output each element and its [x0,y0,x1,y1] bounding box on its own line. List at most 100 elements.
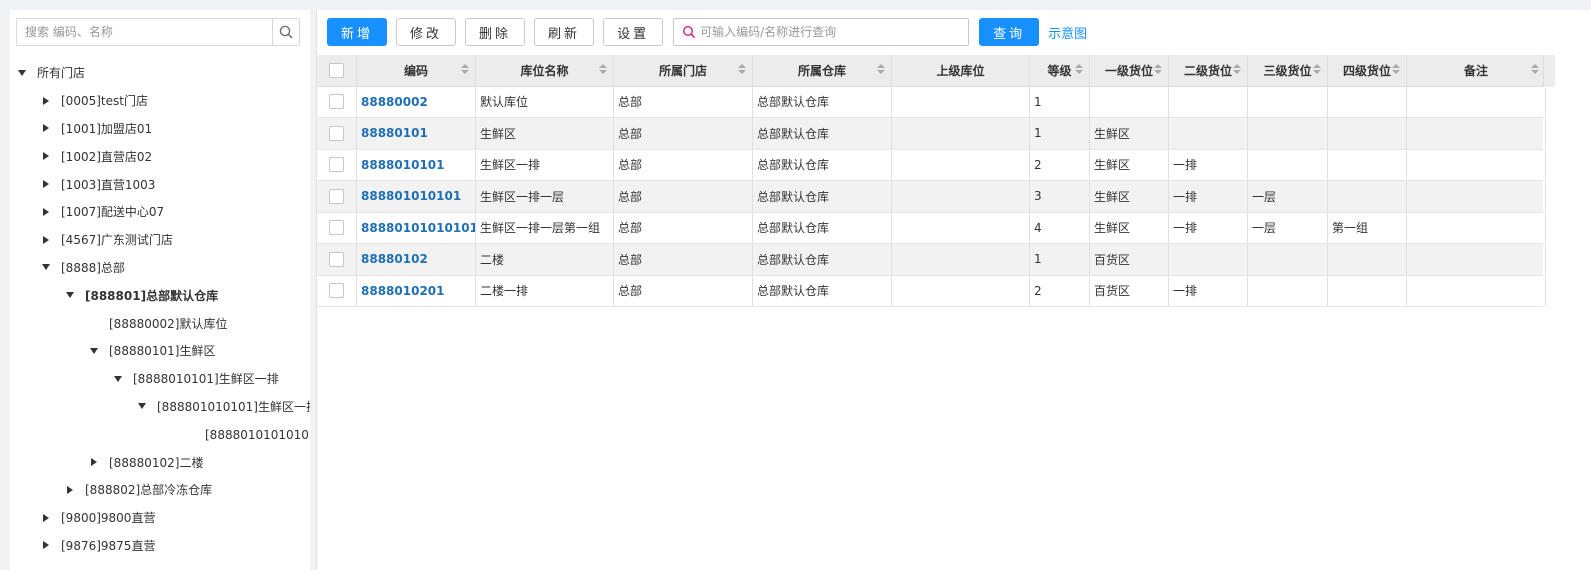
sort-icon[interactable] [738,64,746,76]
sort-icon[interactable] [1313,64,1321,76]
sort-icon[interactable] [1531,64,1539,76]
column-header-label: 编码 [403,63,428,78]
sort-icon[interactable] [461,64,469,76]
column-header[interactable]: 四级货位 [1328,55,1407,86]
caret-right-icon[interactable] [41,179,51,189]
table-row[interactable]: 88880102 二楼 总部 总部默认仓库 1 百货区 [317,244,1546,276]
table-row[interactable]: 88880101 生鲜区 总部 总部默认仓库 1 生鲜区 [317,118,1546,150]
caret-right-icon[interactable] [65,485,75,495]
tree-node[interactable]: [1007]配送中心07 [10,198,310,226]
row-checkbox[interactable] [329,157,344,173]
diagram-link[interactable]: 示意图 [1048,23,1087,42]
sort-icon[interactable] [1075,64,1083,76]
caret-right-icon[interactable] [41,540,51,550]
caret-down-icon[interactable] [41,262,51,272]
tree-node[interactable]: [0005]test门店 [10,87,310,115]
column-header[interactable]: 所属仓库 [753,55,892,86]
row-checkbox[interactable] [329,283,344,299]
column-header[interactable]: 等级 [1030,55,1090,86]
tree-node[interactable]: [1002]直营店02 [10,142,310,170]
tree-node[interactable]: [888802]总部冷冻仓库 [10,476,310,504]
table-row[interactable]: 8888010101 生鲜区一排 总部 总部默认仓库 2 生鲜区 一排 [317,149,1546,181]
location-code-link[interactable]: 888801010101 [357,181,476,212]
sort-icon[interactable] [599,64,607,76]
row-checkbox[interactable] [329,251,344,267]
column-header[interactable]: 二级货位 [1169,55,1248,86]
column-header[interactable]: 备注 [1407,55,1546,86]
caret-right-icon[interactable] [41,513,51,523]
location-code-link[interactable]: 88880002 [357,86,476,117]
row-checkbox[interactable] [329,188,344,204]
delete-button[interactable]: 删除 [465,18,526,46]
settings-button[interactable]: 设置 [603,18,664,46]
caret-down-icon[interactable] [89,346,99,356]
location-code-link[interactable]: 88880101010101 [357,212,476,243]
tree-node[interactable]: [88880102]二楼 [10,448,310,476]
add-button[interactable]: 新增 [327,18,388,46]
caret-down-icon[interactable] [113,374,123,384]
location-code-link[interactable]: 88880101 [357,118,476,149]
sort-icon[interactable] [1392,64,1400,76]
table-cell: 总部默认仓库 [753,212,892,243]
row-checkbox[interactable] [329,94,344,110]
tree-node[interactable]: [4567]广东测试门店 [10,226,310,254]
column-header-label: 所属仓库 [797,63,846,78]
column-header[interactable]: 库位名称 [476,55,614,86]
caret-down-icon[interactable] [17,68,27,78]
sort-icon[interactable] [1233,64,1241,76]
edit-button[interactable]: 修改 [396,18,457,46]
location-code-link[interactable]: 8888010101 [357,149,476,180]
tree-node-label: 所有门店 [37,66,86,81]
location-code-link[interactable]: 8888010201 [357,275,476,306]
tree-node[interactable]: [9800]9800直营 [10,504,310,532]
caret-right-icon[interactable] [41,207,51,217]
select-all-checkbox[interactable] [329,62,344,78]
tree-node[interactable]: [88880101]生鲜区 [10,337,310,365]
caret-right-icon[interactable] [89,457,99,467]
tree-node[interactable]: [1001]加盟店01 [10,115,310,143]
caret-right-icon[interactable] [41,96,51,106]
row-checkbox[interactable] [329,220,344,236]
sort-icon[interactable] [877,64,885,76]
table-cell [1328,118,1407,149]
table-row[interactable]: 88880101010101 生鲜区一排一层第一组 总部 总部默认仓库 4 生鲜区 一排 一层… [317,212,1546,244]
table-row[interactable]: 88880002 默认库位 总部 总部默认仓库 1 [317,86,1546,118]
table-cell [1248,118,1328,149]
tree-node[interactable]: [8888]总部 [10,254,310,282]
tree-node[interactable]: [888801]总部默认仓库 [10,281,310,309]
tree-node[interactable]: [9876]9875直营 [10,532,310,560]
caret-right-icon[interactable] [41,123,51,133]
tree-node[interactable]: 所有门店 [10,59,310,87]
table-header: 编码 库位名称 所属门店 所属仓库 上级库位 等级 一级货位 二级货位 三级货位 四级货位 备注 [317,55,1546,87]
store-tree: 所有门店 [0005]test门店 [1001]加盟店01 [1002]直营店02 [1… [10,59,310,559]
query-button[interactable]: 查询 [979,18,1040,46]
table-cell [1169,118,1248,149]
row-checkbox[interactable] [329,125,344,141]
tree-node[interactable]: [888801010101]生鲜区一排一 [10,393,310,421]
table-cell [1328,275,1407,306]
sort-icon[interactable] [1154,64,1162,76]
tree-search-input[interactable] [17,19,272,45]
tree-node[interactable]: [1003]直营1003 [10,170,310,198]
table-cell: 2 [1030,275,1090,306]
column-header[interactable]: 编码 [357,55,476,86]
tree-node[interactable]: [8888010101]生鲜区一排 [10,365,310,393]
caret-down-icon[interactable] [65,290,75,300]
caret-right-icon[interactable] [41,235,51,245]
table-row[interactable]: 888801010101 生鲜区一排一层 总部 总部默认仓库 3 生鲜区 一排 一层 [317,181,1546,213]
refresh-button[interactable]: 刷新 [534,18,595,46]
column-header[interactable]: 上级库位 [892,55,1030,86]
location-code-link[interactable]: 88880102 [357,244,476,275]
tree-node[interactable]: [88880101010101]生鲜区 [10,420,310,448]
caret-down-icon[interactable] [137,401,147,411]
table-row[interactable]: 8888010201 二楼一排 总部 总部默认仓库 2 百货区 一排 [317,275,1546,307]
row-select-cell [317,212,357,243]
tree-node[interactable]: [88880002]默认库位 [10,309,310,337]
column-header[interactable]: 三级货位 [1248,55,1328,86]
column-header[interactable]: 一级货位 [1090,55,1169,86]
tree-search-button[interactable] [272,19,299,45]
caret-right-icon[interactable] [41,151,51,161]
column-header[interactable]: 所属门店 [614,55,753,86]
query-input[interactable] [698,19,967,45]
table-cell [1407,275,1546,306]
